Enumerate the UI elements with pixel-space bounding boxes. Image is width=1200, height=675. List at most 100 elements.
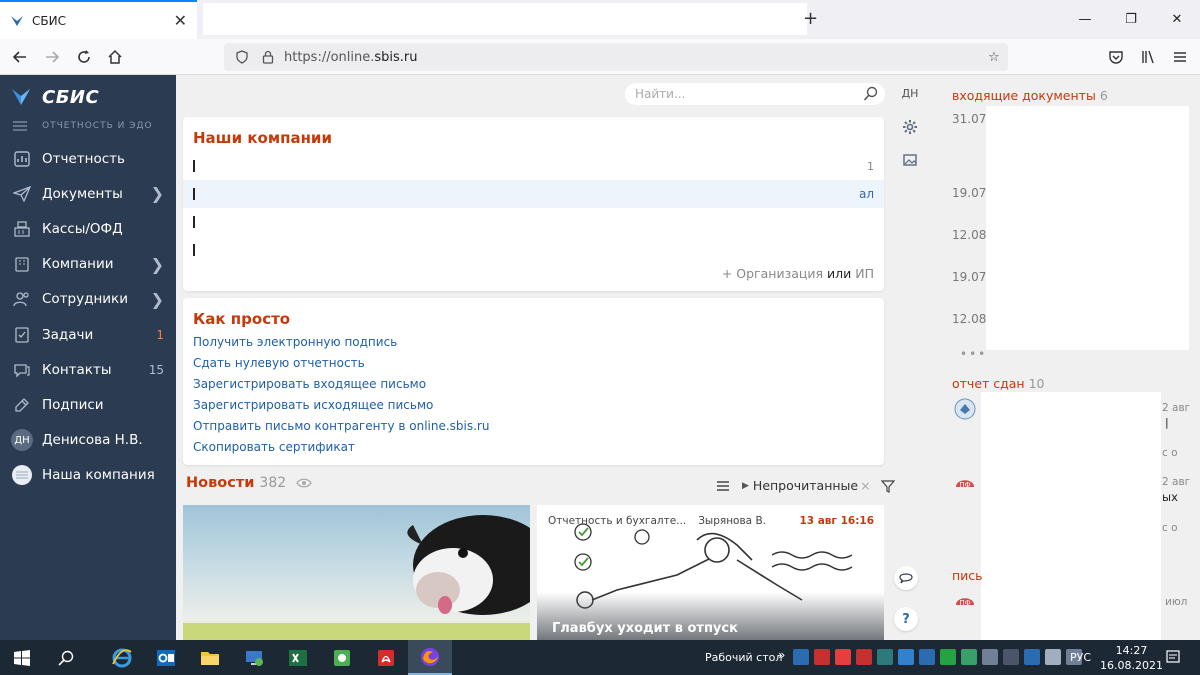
window-close-icon[interactable]: ✕ [1154, 0, 1200, 39]
tray-app-icon[interactable] [1003, 649, 1019, 665]
start-icon[interactable] [0, 640, 44, 675]
chevron-right-icon[interactable]: ❯ [151, 290, 164, 309]
more-dots-icon[interactable]: ••• [960, 347, 987, 361]
sidebar-item-label: Кассы/ОФД [42, 220, 123, 237]
filter-clear-icon[interactable]: × [860, 478, 870, 493]
sidebar-item-tasks[interactable]: Задачи 1 [0, 317, 176, 352]
howto-link[interactable]: Зарегистрировать входящее письмо [193, 374, 489, 395]
shield-icon[interactable] [232, 50, 252, 64]
sidebar-item-signatures[interactable]: Подписи [0, 387, 176, 422]
new-tab-icon[interactable]: + [803, 8, 818, 29]
company-row-count: 1 [867, 159, 874, 173]
back-icon[interactable] [8, 45, 32, 69]
sidebar-item-our-company[interactable]: Наша компания [0, 458, 176, 493]
outlook-icon[interactable] [144, 640, 188, 675]
sidebar-item-companies[interactable]: Компании ❯ [0, 247, 176, 282]
company-row[interactable]: ал [183, 180, 884, 208]
desktop-toolbar-label[interactable]: Рабочий стол [705, 651, 782, 664]
sidebar-item-cash-registers[interactable]: Кассы/ОФД [0, 211, 176, 246]
company-row[interactable]: 1 [183, 152, 884, 180]
tray-app-icon[interactable] [835, 649, 851, 665]
company-row-link[interactable]: ал [859, 187, 874, 201]
forward-icon[interactable] [40, 45, 64, 69]
news-author[interactable]: Зырянова В. [698, 515, 766, 527]
news-card-article[interactable]: Отчетность и бухгалте... Зырянова В. 13 … [537, 505, 884, 640]
library-icon[interactable] [1136, 45, 1160, 69]
tray-app-icon[interactable] [793, 649, 809, 665]
company-row[interactable] [183, 236, 884, 264]
excel-icon[interactable] [276, 640, 320, 675]
gear-icon[interactable] [898, 119, 922, 139]
help-icon[interactable]: ? [894, 607, 918, 631]
tray-app-icon[interactable] [898, 649, 914, 665]
bookmark-star-icon[interactable]: ☆ [980, 50, 1008, 65]
news-category[interactable]: Отчетность и бухгалте... [548, 515, 686, 527]
howto-link[interactable]: Скопировать сертификат [193, 437, 489, 458]
sidebar-item-documents[interactable]: Документы ❯ [0, 176, 176, 211]
user-initials-button[interactable]: ДН [898, 87, 922, 100]
search-input[interactable]: Найти... [625, 83, 885, 105]
eye-icon[interactable] [296, 477, 312, 489]
howto-link[interactable]: Получить электронную подпись [193, 332, 489, 353]
pocket-icon[interactable] [1104, 45, 1128, 69]
language-indicator[interactable]: РУС [1070, 651, 1091, 664]
report-sent-header[interactable]: отчет сдан 10 [952, 376, 1045, 391]
news-card-image[interactable] [183, 505, 530, 640]
howto-link[interactable]: Зарегистрировать исходящее письмо [193, 395, 489, 416]
remote-desktop-icon[interactable] [232, 640, 276, 675]
clock[interactable]: 14:27 16.08.2021 [1100, 643, 1163, 673]
chevron-right-icon[interactable]: ❯ [151, 255, 164, 274]
tray-app-icon[interactable] [961, 649, 977, 665]
add-organization-link[interactable]: + Организация [722, 266, 823, 281]
chevron-right-icon[interactable]: ❯ [151, 184, 164, 203]
home-icon[interactable] [103, 45, 127, 69]
tray-app-icon[interactable] [1045, 649, 1061, 665]
news-filter[interactable]: Непрочитанные [753, 478, 858, 493]
clock-time: 14:27 [1115, 644, 1148, 657]
internet-explorer-icon[interactable] [100, 640, 144, 675]
company-row[interactable] [183, 208, 884, 236]
chart-icon [11, 148, 33, 170]
howto-link[interactable]: Отправить письмо контрагенту в online.sb… [193, 416, 489, 437]
sidebar-item-employees[interactable]: Сотрудники ❯ [0, 282, 176, 317]
list-view-icon[interactable] [716, 480, 730, 492]
restore-icon[interactable]: ❐ [1108, 0, 1154, 39]
brand[interactable]: СБИС [0, 75, 176, 111]
tray-app-icon[interactable] [814, 649, 830, 665]
sidebar-item-contacts[interactable]: Контакты 15 [0, 352, 176, 387]
tray-app-icon[interactable] [1024, 649, 1040, 665]
funnel-icon[interactable] [880, 479, 895, 493]
news-caption[interactable]: Главбух уходит в отпуск [552, 621, 738, 636]
tray-app-icon[interactable] [919, 649, 935, 665]
search-icon[interactable] [44, 640, 88, 675]
menu-hamburger-icon[interactable] [1168, 45, 1192, 69]
tab-close-icon[interactable]: ✕ [174, 11, 187, 30]
notifications-icon[interactable] [1165, 649, 1181, 665]
burger-icon[interactable] [13, 121, 27, 131]
lock-icon[interactable] [258, 50, 278, 64]
howto-link[interactable]: Сдать нулевую отчетность [193, 353, 489, 374]
firefox-icon[interactable] [408, 640, 452, 675]
app-green-icon[interactable] [320, 640, 364, 675]
url-bar[interactable]: https://online.sbis.ru ☆ [224, 43, 1008, 71]
acrobat-icon[interactable] [364, 640, 408, 675]
reload-icon[interactable] [72, 45, 96, 69]
tray-app-icon[interactable] [877, 649, 893, 665]
add-ip-link[interactable]: ИП [855, 266, 874, 281]
news-title[interactable]: Новости [186, 475, 254, 491]
file-explorer-icon[interactable] [188, 640, 232, 675]
image-gallery-icon[interactable] [898, 152, 922, 172]
tray-app-icon[interactable] [982, 649, 998, 665]
search-icon[interactable] [863, 86, 879, 102]
sidebar-item-reporting[interactable]: Отчетность [0, 141, 176, 176]
tray-app-icon[interactable] [856, 649, 872, 665]
browser-tab[interactable]: СБИС ✕ [0, 0, 197, 39]
chat-bubble-icon[interactable] [894, 566, 918, 590]
sidebar-item-user[interactable]: ДН Денисова Н.В. [0, 423, 176, 458]
letters-header[interactable]: пись [952, 568, 983, 583]
minimize-icon[interactable]: — [1062, 0, 1108, 39]
url-text[interactable]: https://online.sbis.ru [284, 50, 980, 65]
tray-app-icon[interactable] [940, 649, 956, 665]
employees-icon [11, 288, 33, 310]
incoming-docs-header[interactable]: входящие документы 6 [952, 88, 1108, 103]
